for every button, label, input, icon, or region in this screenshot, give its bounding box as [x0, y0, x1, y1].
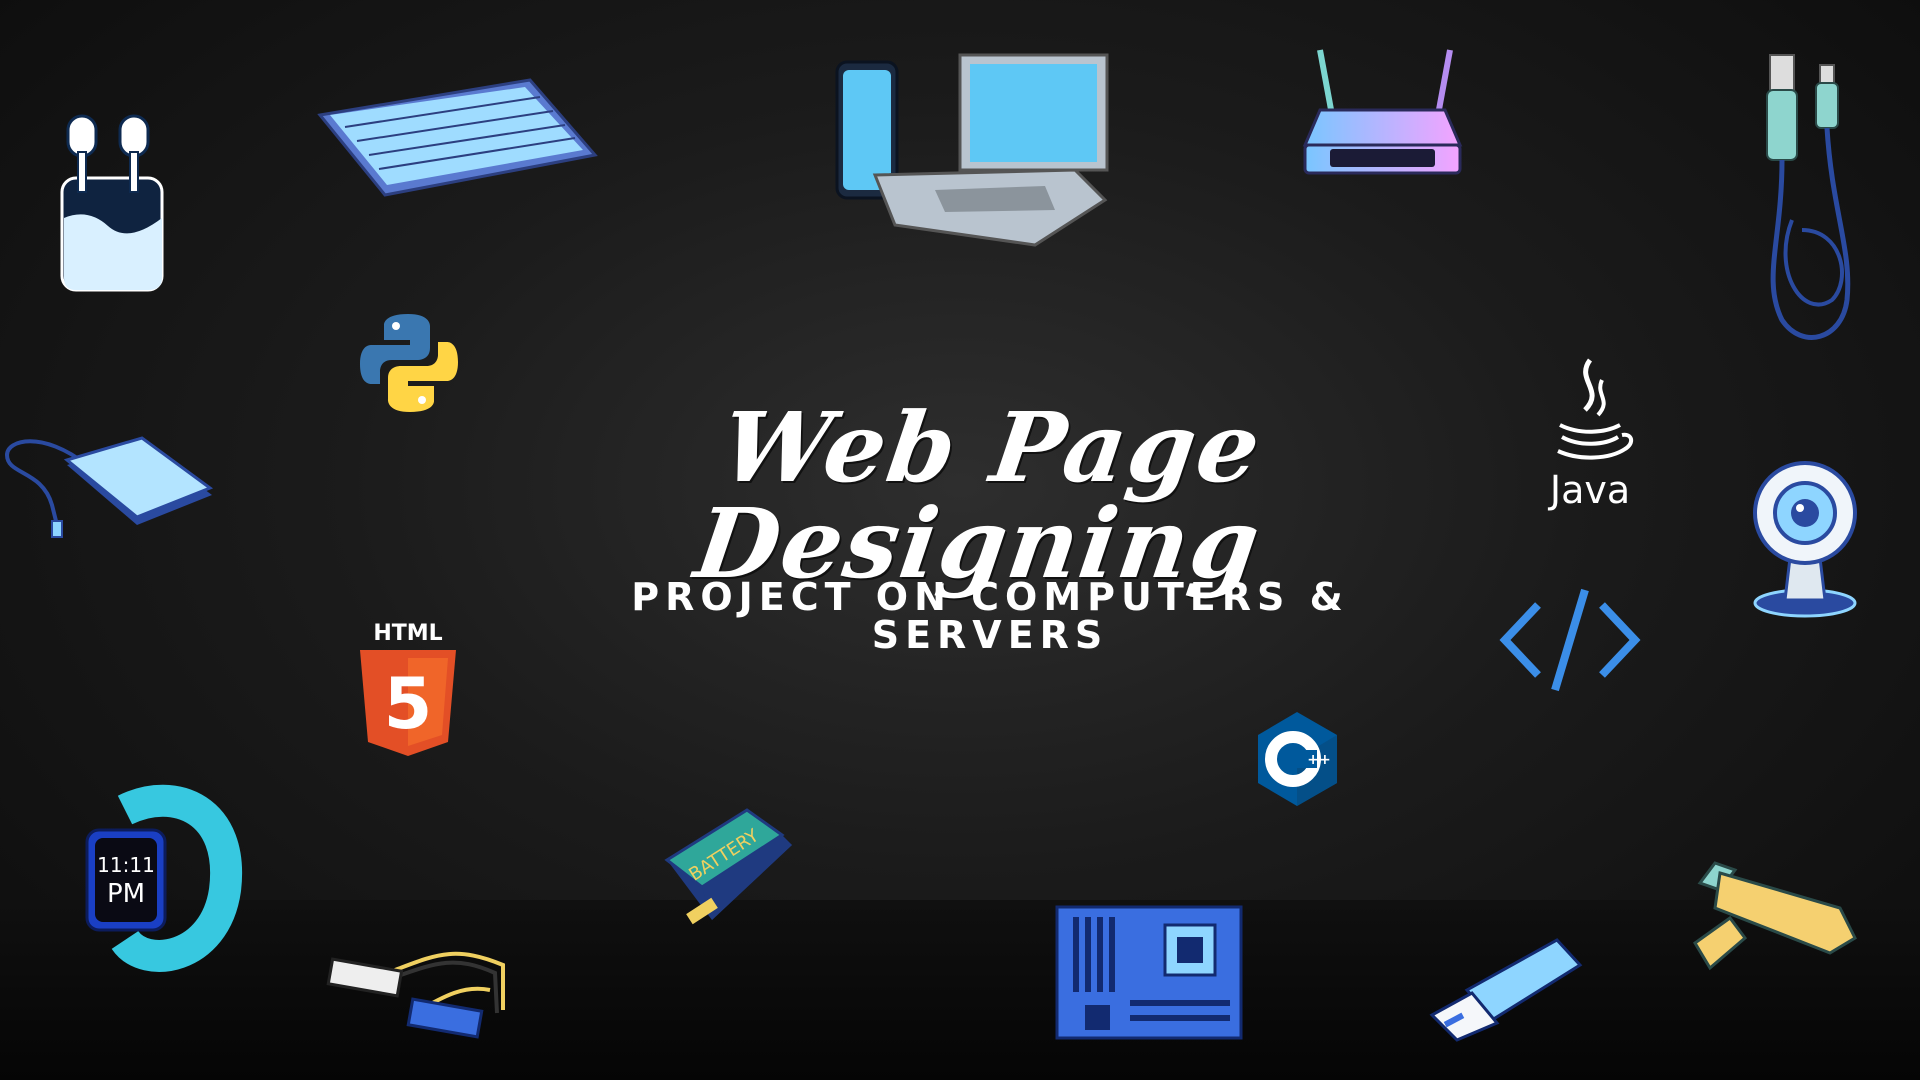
smartwatch-icon: 11:11 PM	[85, 784, 243, 972]
page-title: Web Page Designing	[688, 391, 1269, 600]
earbuds-icon	[58, 108, 166, 293]
html5-number: 5	[384, 663, 433, 745]
java-icon: Java	[1540, 355, 1640, 515]
motherboard-icon	[1055, 905, 1243, 1040]
keyboard-icon	[315, 75, 600, 205]
html5-icon: HTML 5	[358, 620, 458, 760]
external-drive-icon	[2, 425, 217, 540]
page-subtitle: PROJECT ON COMPUTERS & SERVERS	[631, 575, 1349, 657]
router-icon	[1300, 45, 1465, 185]
usb-cable-icon	[1762, 50, 1857, 345]
html-label: HTML	[373, 621, 442, 646]
code-brackets-icon	[1499, 585, 1641, 695]
usb-stick-icon	[1422, 935, 1583, 1042]
watch-time-hour: 11:11	[97, 853, 155, 877]
cable-connector-icon	[325, 935, 510, 1045]
floor-shadow	[0, 900, 1920, 1080]
battery-icon: BATTERY	[662, 805, 797, 935]
phone-laptop-icon	[835, 50, 1115, 247]
usb-flash-drive-icon	[1690, 858, 1860, 973]
svg-text:++: ++	[1307, 752, 1330, 768]
watch-time-period: PM	[107, 879, 145, 909]
cpp-icon: ++	[1255, 710, 1340, 808]
java-label: Java	[1548, 468, 1630, 512]
webcam-icon	[1750, 458, 1860, 618]
python-icon	[358, 312, 460, 414]
